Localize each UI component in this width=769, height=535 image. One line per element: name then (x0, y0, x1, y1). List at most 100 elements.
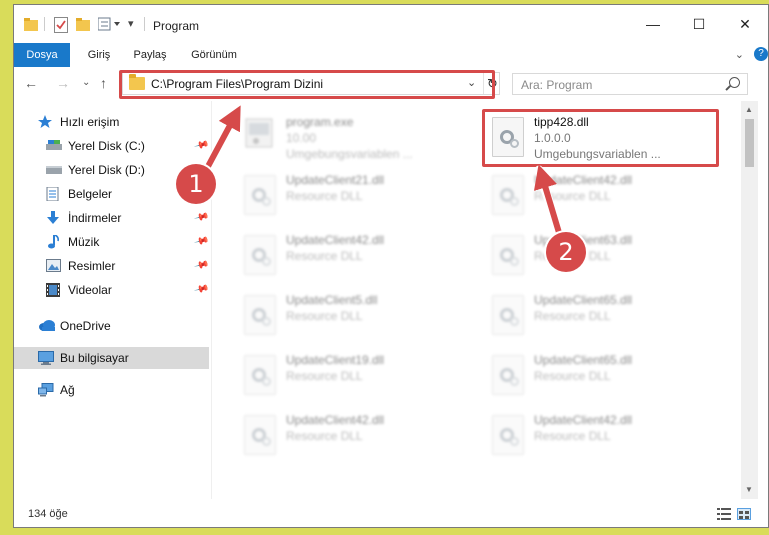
sidebar-item-network[interactable]: Ağ (14, 379, 209, 401)
file-name: UpdateClient65.dll (534, 353, 633, 367)
file-item[interactable]: program.exe 10.00 Umgebungsvariablen ... (240, 111, 480, 167)
scroll-thumb[interactable] (745, 119, 754, 167)
dll-file-icon (492, 175, 524, 215)
dll-file-icon (492, 355, 524, 395)
computer-icon (38, 351, 54, 365)
drive-icon (46, 139, 62, 152)
dll-file-icon (244, 415, 276, 455)
file-description: Resource DLL (534, 189, 611, 203)
recent-locations-icon[interactable]: ⌄ (82, 77, 90, 88)
address-highlight (119, 70, 495, 99)
file-name: UpdateClient42.dll (534, 413, 633, 427)
expand-ribbon-icon[interactable]: ⌄ (735, 48, 744, 61)
search-icon[interactable] (729, 77, 740, 88)
close-button[interactable]: ✕ (722, 5, 768, 43)
scroll-up-icon[interactable]: ▲ (745, 105, 753, 114)
tab-share[interactable]: Paylaş (126, 43, 174, 67)
file-item[interactable]: UpdateClient5.dll Resource DLL (240, 289, 480, 345)
customize-toolbar-icon[interactable]: ▾ (128, 17, 134, 33)
sidebar-item-this-pc[interactable]: Bu bilgisayar (14, 347, 209, 369)
file-item[interactable]: UpdateClient19.dll Resource DLL (240, 349, 480, 405)
file-description: Resource DLL (286, 429, 363, 443)
sidebar-item-music[interactable]: Müzik 📌 (14, 231, 209, 253)
new-folder-icon[interactable] (76, 17, 90, 33)
tiles-view-icon[interactable] (737, 508, 751, 520)
up-icon[interactable]: ↑ (100, 75, 107, 91)
file-item[interactable]: UpdateClient65.dll Resource DLL (488, 349, 728, 405)
file-item[interactable]: UpdateClient21.dll Resource DLL (240, 169, 480, 225)
sidebar-item-pictures[interactable]: Resimler 📌 (14, 255, 209, 277)
item-count: 134 öğe (28, 508, 68, 520)
forward-icon[interactable]: → (56, 75, 70, 91)
details-view-icon[interactable] (717, 508, 731, 520)
dll-file-icon (244, 295, 276, 335)
scroll-down-icon[interactable]: ▼ (745, 485, 753, 494)
pictures-icon (46, 259, 61, 272)
file-name: UpdateClient19.dll (286, 353, 385, 367)
file-description: Resource DLL (286, 249, 363, 263)
minimize-button[interactable]: — (630, 5, 676, 43)
sidebar-item-videos[interactable]: Videolar 📌 (14, 279, 209, 301)
step-1-callout: 1 (176, 164, 216, 204)
file-item[interactable]: UpdateClient42.dll Resource DLL (240, 409, 480, 465)
sidebar-item-label: Belgeler (68, 187, 113, 201)
file-description: Umgebungsvariablen ... (286, 147, 413, 161)
back-icon[interactable]: ← (24, 75, 38, 91)
cloud-icon (38, 319, 56, 332)
file-description: Resource DLL (286, 309, 363, 323)
help-icon[interactable]: ? (754, 47, 768, 61)
file-item[interactable]: UpdateClient65.dll Resource DLL (488, 289, 728, 345)
pin-icon[interactable]: 📌 (193, 138, 209, 154)
file-description: Resource DLL (534, 309, 611, 323)
sidebar-item-label: OneDrive (60, 319, 111, 333)
dll-file-icon (492, 415, 524, 455)
navigation-pane: Hızlı erişim Yerel Disk (C:) 📌 Yerel Dis… (14, 101, 211, 499)
tab-home[interactable]: Giriş (76, 43, 122, 67)
properties-icon[interactable] (54, 17, 68, 33)
file-item[interactable]: UpdateClient42.dll Resource DLL (240, 229, 480, 285)
pin-icon[interactable]: 📌 (193, 210, 209, 226)
search-input[interactable]: Ara: Program (512, 73, 748, 95)
videos-icon (46, 283, 60, 297)
sidebar-item-label: Yerel Disk (C:) (68, 139, 145, 153)
sidebar-item-local-disk-c[interactable]: Yerel Disk (C:) 📌 (14, 135, 209, 157)
dll-file-icon (244, 235, 276, 275)
file-name: UpdateClient42.dll (534, 173, 633, 187)
window-title: Program (153, 19, 200, 33)
sidebar-item-label: İndirmeler (68, 211, 122, 225)
folder-icon (24, 17, 38, 33)
file-name: UpdateClient42.dll (286, 413, 385, 427)
status-bar: 134 öğe (14, 499, 768, 527)
network-icon (38, 383, 54, 397)
pin-icon[interactable]: 📌 (193, 282, 209, 298)
music-icon (46, 234, 60, 249)
sidebar-item-onedrive[interactable]: OneDrive (14, 315, 209, 337)
file-list: program.exe 10.00 Umgebungsvariablen ...… (212, 101, 741, 499)
file-description: Resource DLL (286, 369, 363, 383)
toolbar-divider (144, 17, 145, 31)
dll-file-icon (244, 175, 276, 215)
sidebar-item-label: Bu bilgisayar (60, 351, 129, 365)
target-file-highlight (482, 109, 719, 167)
file-item[interactable]: UpdateClient42.dll Resource DLL (488, 169, 728, 225)
search-placeholder: Ara: Program (521, 78, 593, 92)
dll-file-icon (492, 295, 524, 335)
pin-icon[interactable]: 📌 (193, 234, 209, 250)
maximize-button[interactable]: ☐ (676, 5, 722, 43)
pin-icon[interactable]: 📌 (193, 258, 209, 274)
file-item[interactable]: UpdateClient63.dll Resource DLL (488, 229, 728, 285)
sidebar-item-downloads[interactable]: İndirmeler 📌 (14, 207, 209, 229)
tab-view[interactable]: Görünüm (184, 43, 244, 67)
sidebar-item-quick-access[interactable]: Hızlı erişim (14, 111, 209, 133)
toolbar-divider (44, 17, 45, 31)
file-name: UpdateClient42.dll (286, 233, 385, 247)
drive-icon (46, 163, 62, 176)
file-description: Resource DLL (286, 189, 363, 203)
vertical-scrollbar[interactable]: ▲ ▼ (741, 101, 758, 499)
file-version: 10.00 (286, 131, 317, 145)
view-options-icon[interactable] (97, 17, 122, 33)
file-item[interactable]: UpdateClient42.dll Resource DLL (488, 409, 728, 465)
step-2-callout: 2 (546, 232, 586, 272)
sidebar-item-label: Ağ (60, 383, 75, 397)
sidebar-item-label: Resimler (68, 259, 116, 273)
